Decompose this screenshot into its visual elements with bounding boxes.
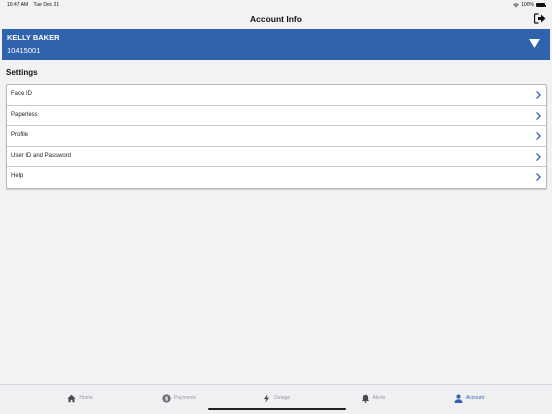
settings-item-user-id-password[interactable]: User ID and Password [7,147,546,168]
status-right: 100% [513,2,546,8]
nav-bar: Account Info [0,10,552,28]
battery-icon [536,3,546,7]
tab-home[interactable]: Home [25,391,135,405]
tab-label: Home [79,395,93,401]
account-selector[interactable]: KELLY BAKER 10415001 [2,29,550,60]
chevron-right-icon [536,132,541,141]
wifi-icon [513,2,520,7]
tab-account[interactable]: Account [414,391,524,405]
chevron-right-icon [536,152,541,161]
settings-item-label: Help [11,173,24,180]
settings-title: Settings [6,68,38,77]
chevron-right-icon [536,111,541,120]
tab-payments[interactable]: $ Payments [124,391,234,405]
chevron-right-icon [536,173,541,182]
settings-item-label: Paperless [11,111,38,118]
lightning-icon [263,393,269,403]
tab-outage[interactable]: Outage [221,391,331,405]
settings-item-face-id[interactable]: Face ID [7,85,546,106]
settings-item-label: Profile [11,132,29,139]
settings-item-label: User ID and Password [11,152,72,159]
status-bar: 10:47 AM Tue Dec 21 100% [0,0,552,10]
account-name: KELLY BAKER [7,33,60,42]
home-icon [67,394,76,402]
settings-list: Face ID Paperless Profile User ID and Pa… [6,84,547,189]
settings-item-profile[interactable]: Profile [7,126,546,147]
tab-alerts[interactable]: Alerts [318,391,428,405]
dollar-icon: $ [162,393,171,403]
person-icon [454,393,463,403]
account-number: 10415001 [7,46,41,55]
chevron-right-icon [536,91,541,99]
settings-item-help[interactable]: Help [7,167,546,188]
tab-label: Alerts [372,395,386,401]
tab-label: Account [465,395,485,401]
bell-icon [361,394,369,403]
status-date: Tue Dec 21 [33,2,60,8]
tab-label: Payments [173,395,197,401]
settings-item-paperless[interactable]: Paperless [7,106,546,127]
battery-percent: 100% [521,2,534,8]
chevron-down-icon[interactable] [529,39,540,48]
settings-item-label: Face ID [11,91,33,97]
logout-icon[interactable] [534,13,546,24]
home-indicator[interactable] [208,408,346,410]
status-time: 10:47 AM [7,2,29,8]
status-left: 10:47 AM Tue Dec 21 [7,2,59,8]
tab-label: Outage [273,395,291,401]
page-title: Account Info [250,14,302,24]
